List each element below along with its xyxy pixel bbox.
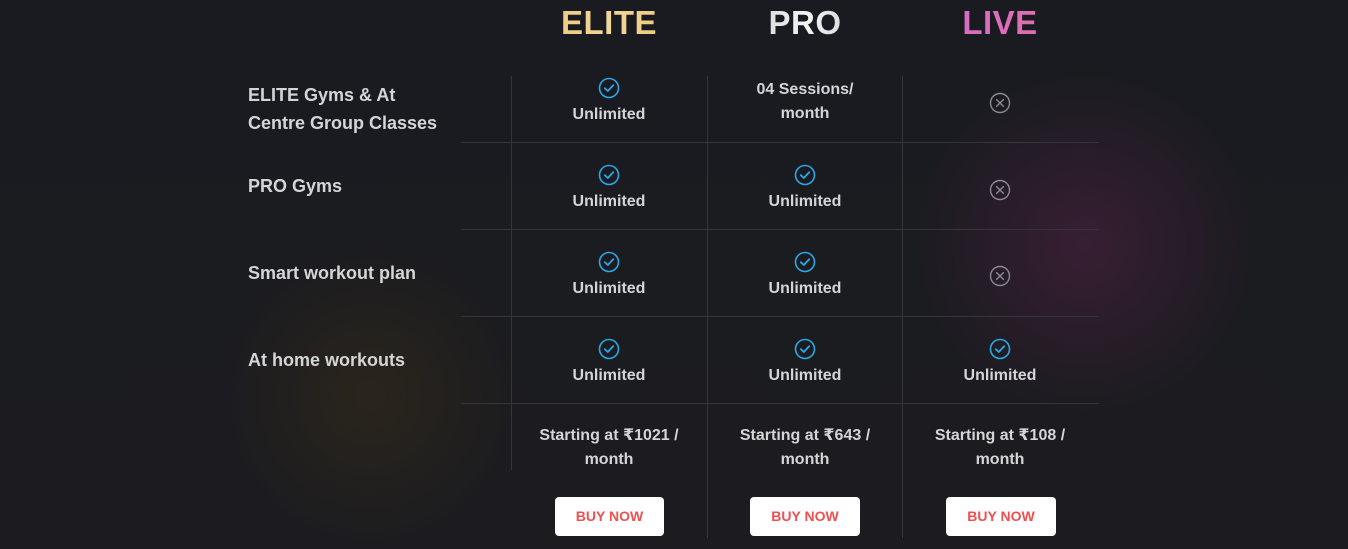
check-circle-icon (989, 338, 1011, 360)
cell-smart-workout-live (902, 265, 1098, 287)
cell-text: 04 Sessions/ (756, 81, 854, 98)
feature-label-line: Centre Group Classes (248, 113, 438, 133)
cell-text: Unlimited (768, 280, 842, 297)
cell-home-workouts-pro: Unlimited (707, 338, 903, 388)
cell-pro-gyms-elite: Unlimited (511, 164, 707, 214)
buy-now-button-elite[interactable]: BUY NOW (555, 497, 664, 536)
cell-text: Unlimited (963, 367, 1037, 384)
price-pro: Starting at ₹643 / month (707, 424, 903, 472)
feature-label-smart-workout: Smart workout plan (248, 263, 417, 283)
check-circle-icon (794, 251, 816, 273)
price-period: month (584, 451, 634, 468)
cell-text: month (780, 105, 830, 122)
cell-text: Unlimited (768, 193, 842, 210)
cell-elite-gyms-elite: Unlimited (511, 77, 707, 127)
cell-text: Unlimited (572, 193, 646, 210)
price-period: month (780, 451, 830, 468)
cell-home-workouts-live: Unlimited (902, 338, 1098, 388)
cell-text: Unlimited (572, 367, 646, 384)
row-divider (461, 316, 1099, 317)
row-divider (461, 403, 1099, 404)
feature-label-home-workouts: At home workouts (248, 350, 406, 370)
feature-label-elite-gyms: ELITE Gyms & At Centre Group Classes (248, 81, 458, 137)
row-divider (461, 142, 1099, 143)
check-circle-icon (598, 164, 620, 186)
cell-elite-gyms-live (902, 92, 1098, 114)
price-text: Starting at ₹643 / (739, 427, 871, 444)
buy-now-button-pro[interactable]: BUY NOW (750, 497, 860, 536)
cell-elite-gyms-pro: 04 Sessions/ month (707, 78, 903, 126)
cell-smart-workout-pro: Unlimited (707, 251, 903, 301)
price-text: Starting at ₹108 / (934, 427, 1066, 444)
cell-home-workouts-elite: Unlimited (511, 338, 707, 388)
buy-now-button-live[interactable]: BUY NOW (946, 497, 1056, 536)
price-elite: Starting at ₹1021 / month (511, 424, 707, 472)
check-circle-icon (598, 338, 620, 360)
plan-header-elite: ELITE (511, 4, 707, 42)
plan-header-pro: PRO (707, 4, 903, 42)
x-circle-icon (989, 265, 1011, 287)
cell-smart-workout-elite: Unlimited (511, 251, 707, 301)
cell-pro-gyms-live (902, 179, 1098, 201)
cell-pro-gyms-pro: Unlimited (707, 164, 903, 214)
cell-text: Unlimited (572, 106, 646, 123)
feature-label-pro-gyms: PRO Gyms (248, 176, 343, 196)
check-circle-icon (598, 77, 620, 99)
price-text: Starting at ₹1021 / (539, 427, 679, 444)
x-circle-icon (989, 92, 1011, 114)
check-circle-icon (598, 251, 620, 273)
row-divider (461, 229, 1099, 230)
plan-header-live: LIVE (902, 4, 1098, 42)
x-circle-icon (989, 179, 1011, 201)
check-circle-icon (794, 164, 816, 186)
price-period: month (975, 451, 1025, 468)
check-circle-icon (794, 338, 816, 360)
price-live: Starting at ₹108 / month (902, 424, 1098, 472)
cell-text: Unlimited (768, 367, 842, 384)
feature-label-line: ELITE Gyms & At (248, 85, 396, 105)
cell-text: Unlimited (572, 280, 646, 297)
